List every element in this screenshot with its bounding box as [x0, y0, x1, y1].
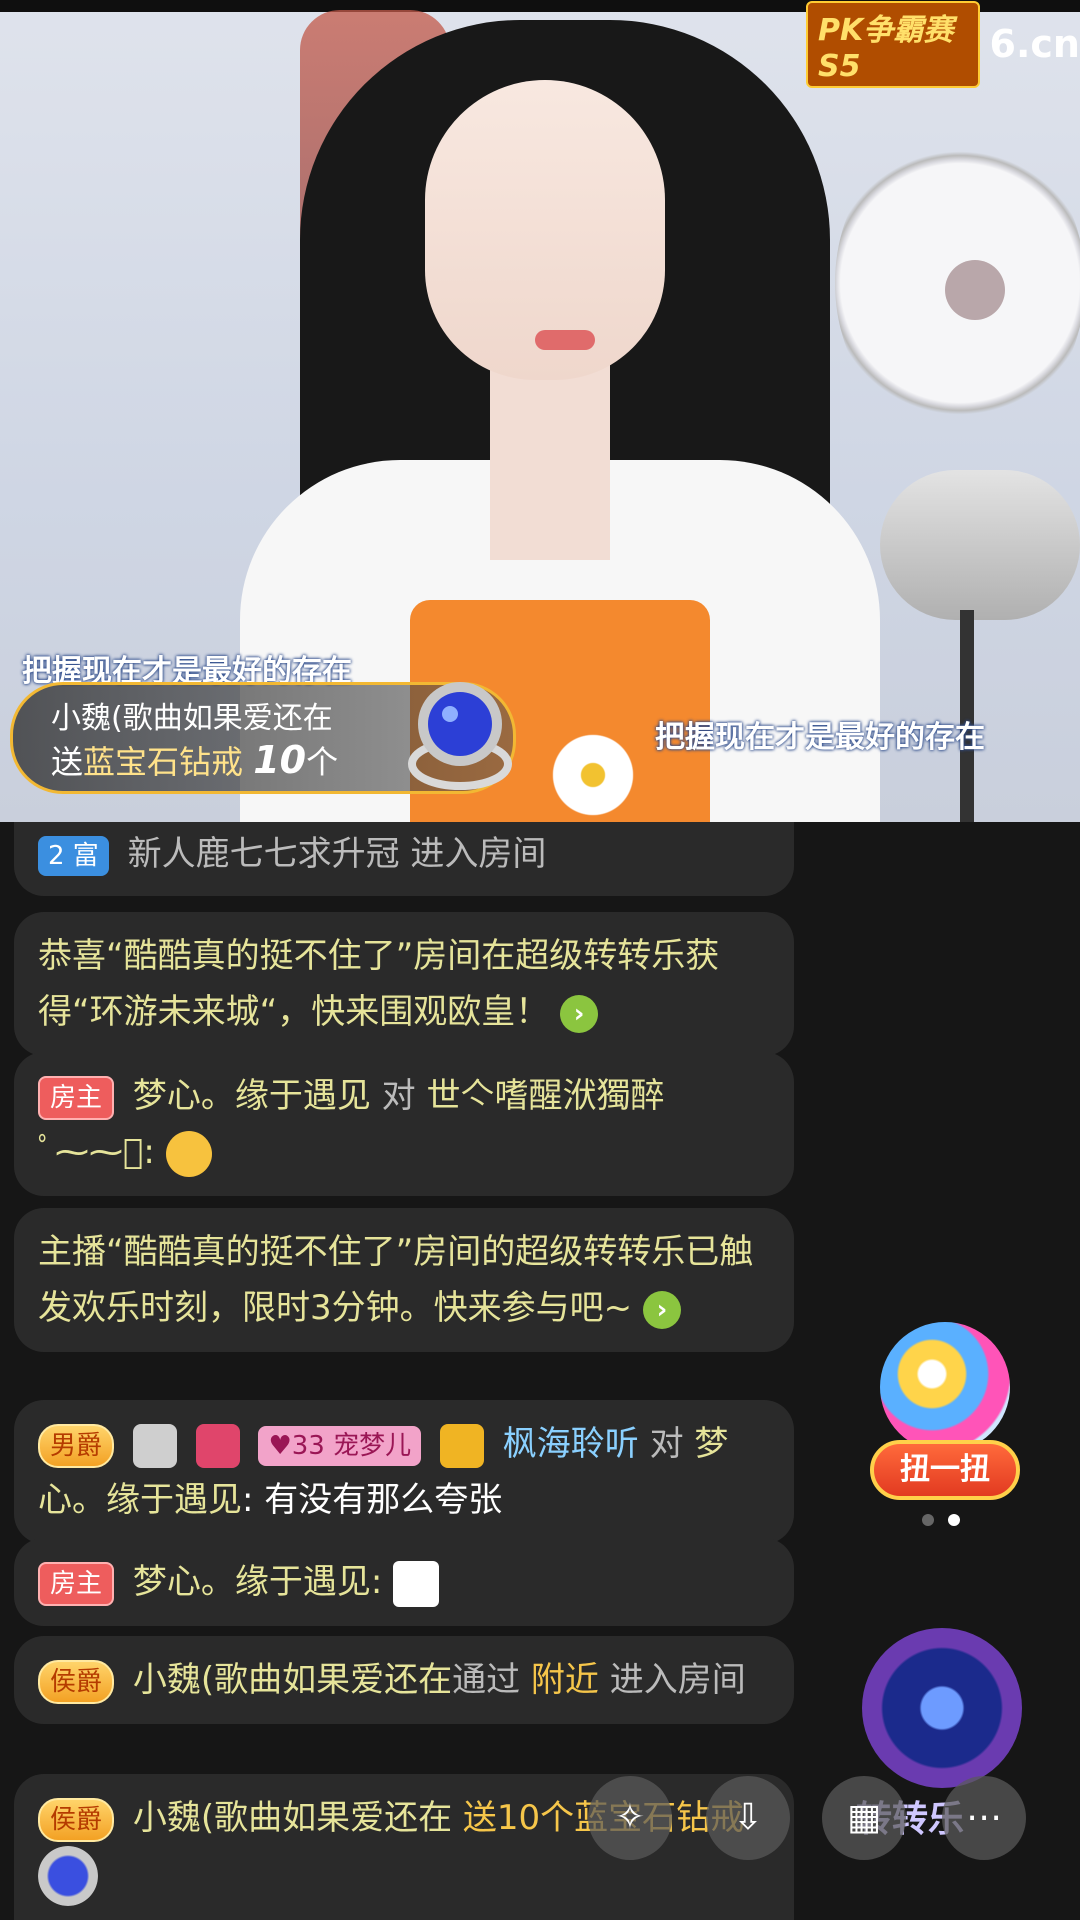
baron-badge: 男爵	[38, 1423, 115, 1468]
carousel-dot-active	[948, 1514, 960, 1526]
chat-message-gift[interactable]: 侯爵 小魏(歌曲如果爱还在 送10个蓝宝石钻戒	[14, 1774, 794, 1920]
chat-sender[interactable]: 枫海聆听	[503, 1424, 639, 1464]
chat-message-enter-2[interactable]: 侯爵 小魏(歌曲如果爱还在通过 附近 进入房间	[14, 1636, 794, 1724]
chat-content: : 有没有那么夸张	[242, 1480, 503, 1520]
sapphire-ring-icon	[408, 682, 512, 790]
streamer-lips	[535, 330, 595, 350]
fan-level: 33	[291, 1430, 325, 1461]
flower-brooch	[548, 730, 638, 820]
streamer-neck	[490, 360, 610, 560]
gift-sender: 小魏(歌曲如果爱还在	[51, 701, 333, 736]
carousel-indicator	[922, 1514, 960, 1526]
user-card-icon	[439, 1423, 484, 1468]
gacha-widget[interactable]: 扭一扭	[870, 1322, 1020, 1508]
chat-sender[interactable]: 梦心。缘于遇见:	[133, 1562, 382, 1602]
host-badge: 房主	[38, 1075, 115, 1120]
gacha-globe-icon	[880, 1322, 1010, 1452]
chat-text: 恭喜“酷酷真的挺不住了”房间在超级转转乐获得“环游未来城“，快来围观欧皇！	[38, 936, 720, 1032]
chat-tail: 进入房间	[598, 1660, 746, 1700]
gift-line: 送蓝宝石钻戒 10个	[51, 737, 338, 783]
live-video[interactable]: PK争霸赛S5 6.cn 把握现在才是最好的存在 把握现在才是最好的存在 小魏(…	[0, 0, 1080, 822]
chat-message-host-1[interactable]: 房主 梦心。缘于遇见 对 世亽嗜醒洑獨醉 ﾟ⁓⁓ﾟ:	[14, 1052, 794, 1196]
gift-send-word: 送	[51, 743, 84, 781]
chat-message-host-2[interactable]: 房主 梦心。缘于遇见:	[14, 1538, 794, 1626]
fan-club-name: 宠梦儿	[333, 1430, 412, 1461]
chat-sender[interactable]: 小魏(歌曲如果爱还在	[133, 1798, 452, 1838]
chat-message-user-1[interactable]: 男爵 ♥33 宠梦儿 枫海聆听 对 梦心。缘于遇见: 有没有那么夸张	[14, 1400, 794, 1544]
chat-target[interactable]: 世亽嗜醒洑獨醉	[426, 1076, 664, 1116]
fan-hub	[945, 260, 1005, 320]
carousel-dot	[922, 1514, 934, 1526]
marquis-badge: 侯爵	[38, 1659, 115, 1704]
chat-place: 附近	[530, 1660, 599, 1700]
love-badge-icon	[195, 1423, 240, 1468]
download-icon[interactable]: ⇩	[706, 1776, 790, 1860]
host-badge: 房主	[38, 1561, 115, 1606]
chat-connector: 对	[381, 1076, 427, 1116]
chat-tail: ﾟ⁓⁓ﾟ:	[38, 1132, 155, 1172]
gift-name: 蓝宝石钻戒	[83, 743, 244, 781]
marquis-badge: 侯爵	[38, 1797, 115, 1842]
chevron-right-icon[interactable]: ›	[642, 1290, 681, 1329]
gacha-button[interactable]: 扭一扭	[870, 1440, 1020, 1500]
gift-count: 10	[253, 738, 307, 782]
lyric-text-right: 把握现在才是最好的存在	[655, 720, 985, 755]
microphone	[880, 470, 1080, 620]
gift-unit: 个	[306, 743, 339, 781]
fan-club-badge: ♥33 宠梦儿	[258, 1425, 422, 1466]
share-icon[interactable]: ✧	[588, 1776, 672, 1860]
chat-message-enter-1[interactable]: 2 富 新人鹿七七求升冠 进入房间	[14, 822, 794, 896]
chat-connector: 对	[649, 1424, 695, 1464]
chat-message-system-2[interactable]: 主播“酷酷真的挺不住了”房间的超级转转乐已触发欢乐时刻，限时3分钟。快来参与吧~…	[14, 1208, 794, 1352]
pk-logo: PK争霸赛S5	[806, 0, 980, 88]
event-logo: PK争霸赛S5 6.cn	[806, 0, 1080, 88]
laughing-emoji-icon	[165, 1130, 212, 1177]
sticker-icon	[393, 1560, 440, 1607]
wealth-badge: 2 富	[38, 835, 109, 876]
chat-sender[interactable]: 小魏(歌曲如果爱还在	[133, 1660, 452, 1700]
chat-message-system-1[interactable]: 恭喜“酷酷真的挺不住了”房间在超级转转乐获得“环游未来城“，快来围观欧皇！ ›	[14, 912, 794, 1056]
guard-badge-icon	[132, 1423, 177, 1468]
chat-via: 通过	[452, 1660, 531, 1700]
chat-sender[interactable]: 梦心。缘于遇见	[133, 1076, 371, 1116]
chevron-right-icon[interactable]: ›	[560, 994, 599, 1033]
site-logo: 6.cn	[989, 22, 1080, 66]
chat-text: 新人鹿七七求升冠 进入房间	[127, 834, 547, 874]
grid-icon[interactable]: ▦	[822, 1776, 906, 1860]
lucky-wheel-icon[interactable]	[862, 1628, 1022, 1788]
sapphire-ring-icon	[38, 1846, 98, 1906]
more-icon[interactable]: ⋯	[942, 1776, 1026, 1860]
